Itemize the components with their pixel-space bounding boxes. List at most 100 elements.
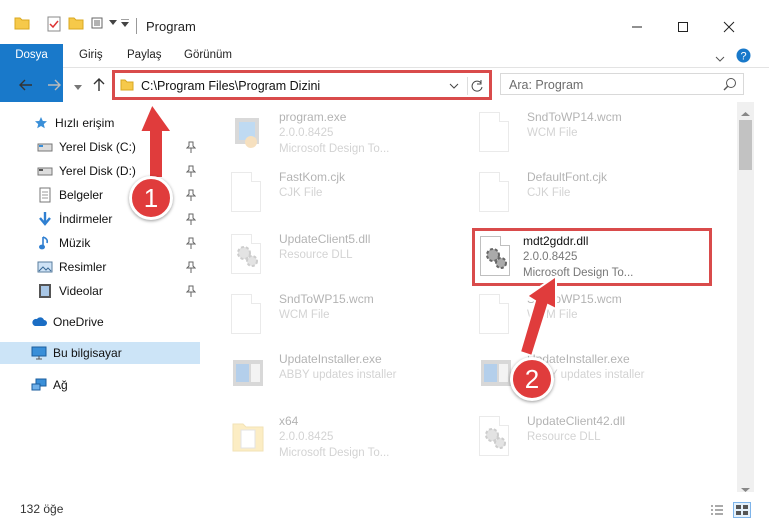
quick-access-dropdown-icon[interactable]	[121, 19, 129, 28]
file-item[interactable]: UpdateInstaller.exe ABBY updates install…	[457, 346, 697, 404]
pin-icon[interactable]	[185, 285, 197, 300]
close-button[interactable]	[706, 10, 752, 44]
installer-icon	[231, 354, 265, 394]
document-icon	[231, 172, 265, 212]
file-type: WCM File	[527, 127, 578, 139]
sidebar-item-music[interactable]: Müzik	[0, 232, 200, 254]
file-name: mdt2gddr.dll	[523, 234, 589, 248]
sidebar-item-quick-access[interactable]: Hızlı erişim	[0, 112, 200, 134]
file-name: FastKom.cjk	[279, 170, 346, 184]
file-item[interactable]: UpdateInstaller.exe ABBY updates install…	[209, 346, 449, 404]
maximize-button[interactable]	[660, 10, 706, 44]
maximize-icon	[678, 22, 688, 32]
network-icon	[31, 377, 47, 393]
pin-icon[interactable]	[185, 189, 197, 204]
search-placeholder[interactable]: Ara: Program	[509, 78, 583, 92]
sidebar-item-label: Müzik	[59, 236, 91, 250]
file-item[interactable]: x64 2.0.0.8425 Microsoft Design To...	[209, 408, 449, 466]
file-description: ABBY updates installer	[279, 369, 397, 381]
scroll-up-icon[interactable]	[741, 106, 750, 120]
details-view-icon	[711, 505, 723, 515]
highlighted-file-item[interactable]: mdt2gddr.dll 2.0.0.8425 Microsoft Design…	[472, 228, 712, 286]
file-item[interactable]: program.exe 2.0.0.8425 Microsoft Design …	[209, 104, 449, 162]
file-name: DefaultFont.cjk	[527, 170, 608, 184]
file-description: Microsoft Design To...	[523, 267, 634, 279]
sidebar-item-network[interactable]: Ağ	[0, 374, 200, 396]
step-badge-1: 1	[129, 176, 173, 220]
address-bar[interactable]: C:\Program Files\Program Dizini	[112, 70, 492, 100]
pictures-icon	[37, 259, 53, 275]
pin-icon[interactable]	[185, 165, 197, 180]
folder-icon	[231, 416, 265, 456]
help-icon[interactable]: ?	[736, 48, 751, 66]
folder-icon	[14, 16, 30, 30]
sidebar-item-videos[interactable]: Videolar	[0, 280, 200, 302]
close-icon	[723, 21, 735, 33]
item-count: 132 öğe	[20, 502, 64, 516]
recent-locations-button[interactable]	[69, 80, 87, 96]
properties-icon[interactable]	[47, 16, 61, 32]
sidebar-item-label: OneDrive	[53, 315, 104, 329]
file-item[interactable]: UpdateClient42.dll Resource DLL	[457, 408, 697, 466]
sidebar-item-label: Hızlı erişim	[55, 116, 115, 130]
file-type: CJK File	[279, 187, 323, 199]
back-button[interactable]	[17, 77, 35, 93]
refresh-button[interactable]	[467, 77, 485, 95]
sidebar-item-label: Videolar	[59, 284, 103, 298]
pin-icon[interactable]	[185, 237, 197, 252]
pin-icon[interactable]	[185, 213, 197, 228]
file-item[interactable]: SndToWP15.wcm WCM File	[457, 286, 697, 344]
pin-icon[interactable]	[185, 261, 197, 276]
sidebar-item-label: Belgeler	[59, 188, 104, 202]
details-view-button[interactable]	[708, 502, 726, 518]
new-folder-icon[interactable]	[68, 16, 84, 30]
sidebar-item-local-disk-d[interactable]: Yerel Disk (D:)	[0, 160, 200, 182]
forward-button[interactable]	[45, 77, 63, 93]
search-box[interactable]: Ara: Program	[500, 73, 744, 95]
sidebar-item-downloads[interactable]: İndirmeler	[0, 208, 200, 230]
chevron-down-icon	[74, 85, 82, 90]
file-item[interactable]: DefaultFont.cjk CJK File	[457, 164, 697, 222]
chevron-down-icon[interactable]	[449, 79, 459, 93]
file-item[interactable]: SndToWP15.wcm WCM File	[209, 286, 449, 344]
file-type: CJK File	[527, 187, 571, 199]
sidebar-item-onedrive[interactable]: OneDrive	[0, 311, 200, 333]
file-list: program.exe 2.0.0.8425 Microsoft Design …	[205, 102, 737, 492]
pin-icon[interactable]	[185, 141, 197, 156]
tab-view[interactable]: Görünüm	[176, 44, 240, 68]
file-item[interactable]: FastKom.cjk CJK File	[209, 164, 449, 222]
sidebar-item-local-disk-c[interactable]: Yerel Disk (C:)	[0, 136, 200, 158]
file-item[interactable]: UpdateClient5.dll Resource DLL	[209, 226, 449, 284]
file-name: UpdateClient42.dll	[527, 414, 626, 428]
search-icon[interactable]	[723, 77, 737, 94]
installer-icon	[479, 354, 513, 394]
navigation-pane: Hızlı erişim Yerel Disk (C:) Yerel Disk …	[0, 102, 204, 492]
vertical-scrollbar[interactable]	[737, 102, 754, 492]
sidebar-item-pictures[interactable]: Resimler	[0, 256, 200, 278]
folder-icon	[120, 79, 134, 94]
drive-icon	[37, 163, 53, 179]
documents-icon	[37, 187, 53, 203]
scrollbar-thumb[interactable]	[739, 120, 752, 170]
tab-home[interactable]: Giriş	[71, 44, 111, 68]
document-icon	[479, 294, 513, 334]
sidebar-item-this-pc[interactable]: Bu bilgisayar	[0, 342, 200, 364]
address-path[interactable]: C:\Program Files\Program Dizini	[141, 79, 320, 93]
window-title: Program	[146, 19, 196, 34]
up-button[interactable]	[90, 77, 108, 93]
ribbon-tabs: Dosya Giriş Paylaş Görünüm ?	[0, 44, 769, 102]
file-name: x64	[279, 414, 299, 428]
download-icon	[37, 211, 53, 227]
refresh-icon	[471, 80, 482, 92]
arrow-left-icon	[19, 79, 32, 91]
minimize-button[interactable]	[614, 10, 660, 44]
tab-share[interactable]: Paylaş	[119, 44, 170, 68]
tiles-view-button[interactable]	[733, 502, 751, 518]
chevron-down-icon[interactable]	[715, 52, 725, 66]
customize-toolbar-icon[interactable]	[91, 16, 107, 30]
file-name: UpdateInstaller.exe	[279, 352, 382, 366]
svg-text:?: ?	[740, 51, 746, 63]
chevron-down-icon[interactable]	[109, 20, 117, 26]
file-item[interactable]: SndToWP14.wcm WCM File	[457, 104, 697, 162]
drive-icon	[37, 139, 53, 155]
